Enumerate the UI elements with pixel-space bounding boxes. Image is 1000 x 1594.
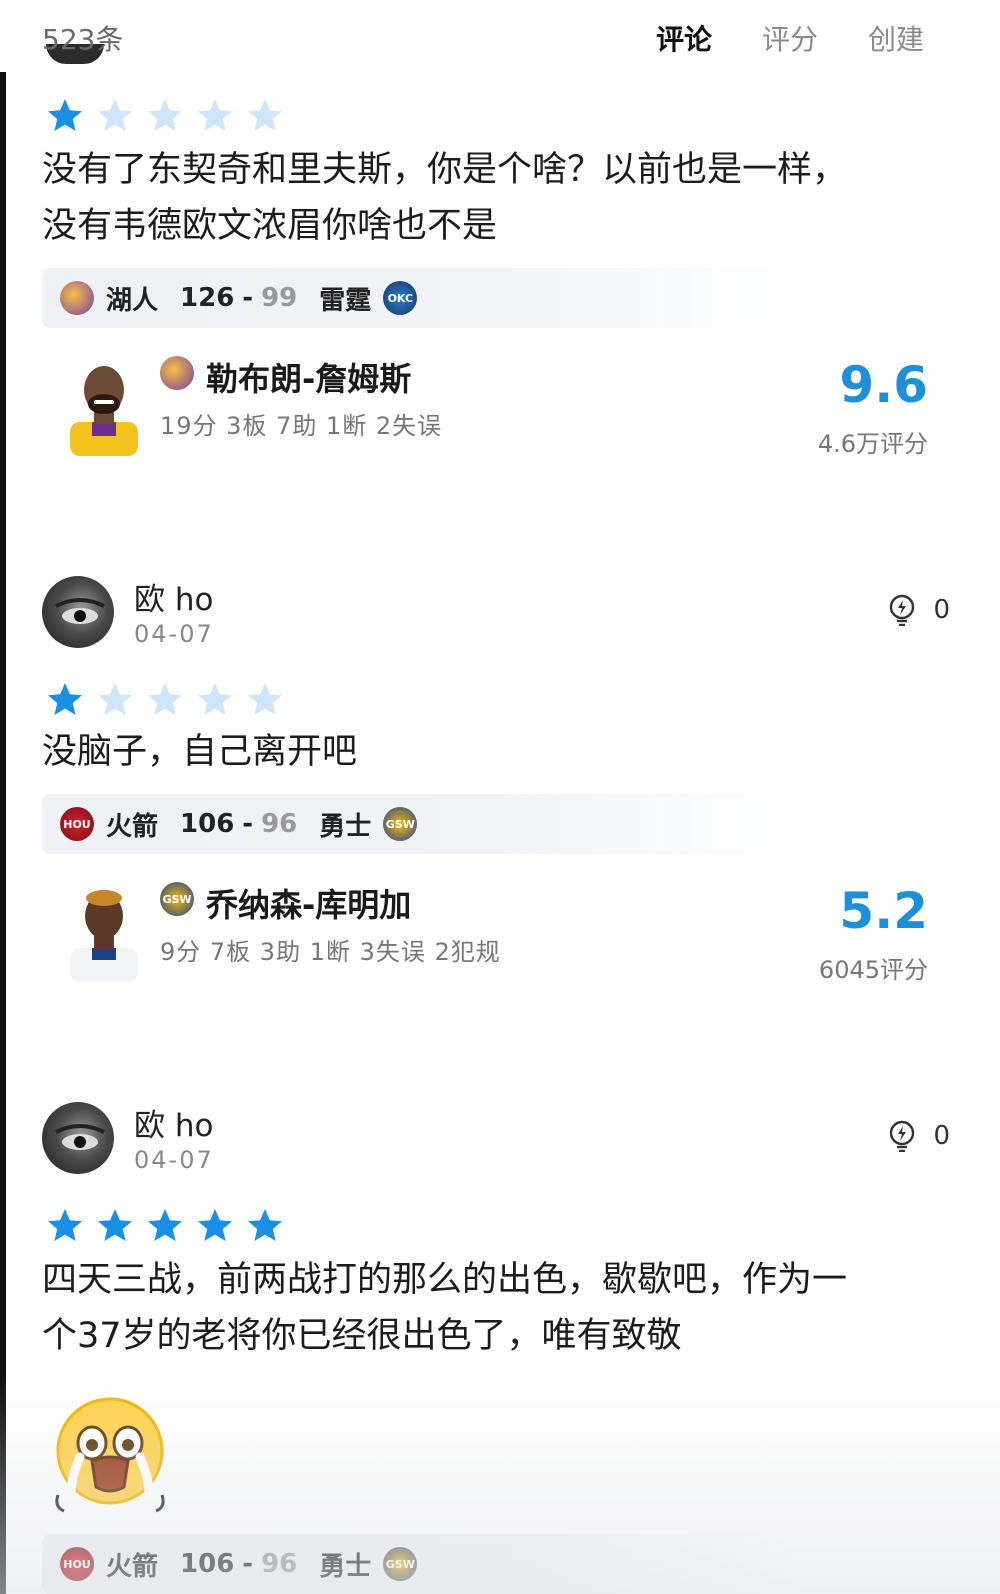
lakers-logo-icon: [160, 356, 194, 390]
home-team-name: 火箭: [106, 1551, 159, 1582]
tab-ratings[interactable]: 评分: [762, 18, 818, 58]
lightbulb-icon: [887, 1120, 917, 1152]
star-empty-icon: [196, 680, 234, 718]
like-count: 0: [933, 1121, 950, 1151]
gsw-logo-icon: GSW: [383, 1547, 418, 1581]
star-empty-icon: [96, 96, 134, 134]
star-empty-icon: [146, 680, 184, 718]
score-separator: -: [242, 809, 254, 839]
rockets-logo-icon: HOU: [60, 1547, 94, 1581]
game-score-bar[interactable]: HOU 火箭 106 - 96 勇士 GSW: [42, 794, 802, 854]
okc-logo-icon: OKC: [383, 281, 418, 315]
like-button[interactable]: 0: [887, 1120, 950, 1152]
tab-comments[interactable]: 评论: [656, 18, 712, 58]
away-score: 99: [261, 283, 298, 313]
avatar[interactable]: [42, 576, 114, 648]
home-team-name: 火箭: [106, 811, 159, 842]
away-team-name: 勇士: [319, 1551, 372, 1582]
comment-line: 个37岁的老将你已经很出色了，唯有致敬: [42, 1316, 682, 1356]
player-rating-score: 5.2: [839, 882, 928, 940]
player-photo[interactable]: [62, 886, 146, 982]
home-score: 126: [180, 283, 235, 313]
away-team-name: 雷霆: [319, 285, 372, 316]
star-filled-icon: [246, 1206, 284, 1244]
comment-text: 没有了东契奇和里夫斯，你是个啥？以前也是一样， 没有韦德欧文浓眉你啥也不是: [42, 142, 942, 254]
username[interactable]: 欧 ho: [134, 1100, 213, 1145]
star-filled-icon: [46, 1206, 84, 1244]
away-score: 96: [261, 1549, 298, 1579]
comment-text: 没脑子，自己离开吧: [42, 724, 942, 780]
player-rating-score: 9.6: [839, 356, 928, 414]
comment-line: 四天三战，前两战打的那么的出色，歇歇吧，作为一: [42, 1260, 848, 1300]
star-filled-icon: [146, 1206, 184, 1244]
gsw-logo-icon: GSW: [383, 807, 418, 841]
player-photo[interactable]: [62, 360, 146, 456]
player-stats: 19分 3板 7助 1断 2失误: [160, 412, 443, 440]
player-name[interactable]: 乔纳森-库明加: [206, 880, 411, 926]
comment-text: 四天三战，前两战打的那么的出色，歇歇吧，作为一 个37岁的老将你已经很出色了，唯…: [42, 1252, 942, 1364]
like-count: 0: [933, 595, 950, 625]
star-empty-icon: [246, 96, 284, 134]
tab-created[interactable]: 创建: [868, 18, 924, 58]
star-rating: [46, 1206, 284, 1244]
star-filled-icon: [46, 96, 84, 134]
away-team-name: 勇士: [319, 811, 372, 842]
star-rating: [46, 96, 284, 134]
comment-count: 523条: [42, 23, 124, 56]
home-score: 106: [180, 809, 235, 839]
left-edge: [0, 0, 6, 1594]
star-empty-icon: [196, 96, 234, 134]
star-rating: [46, 680, 284, 718]
lightbulb-icon: [887, 594, 917, 626]
star-filled-icon: [96, 1206, 134, 1244]
home-team-name: 湖人: [106, 285, 159, 316]
player-rating-count: 4.6万评分: [817, 430, 928, 458]
rockets-logo-icon: HOU: [60, 807, 94, 841]
score-separator: -: [242, 283, 254, 313]
player-name[interactable]: 勒布朗-詹姆斯: [206, 354, 411, 400]
comment-date: 04-07: [134, 1146, 214, 1174]
star-empty-icon: [246, 680, 284, 718]
comment-line: 没脑子，自己离开吧: [42, 732, 358, 772]
comment-line: 没有了东契奇和里夫斯，你是个啥？以前也是一样，: [42, 150, 848, 190]
header-bar: 523条 评论 评分 创建: [0, 0, 1000, 72]
game-score-bar[interactable]: 湖人 126 - 99 雷霆 OKC: [42, 268, 802, 328]
star-filled-icon: [46, 680, 84, 718]
lakers-logo-icon: [60, 281, 94, 315]
like-button[interactable]: 0: [887, 594, 950, 626]
score-separator: -: [242, 1549, 254, 1579]
star-filled-icon: [196, 1206, 234, 1244]
game-score-bar[interactable]: HOU 火箭 106 - 96 勇士 GSW: [42, 1534, 802, 1594]
away-score: 96: [261, 809, 298, 839]
crying-emoji-icon: [50, 1395, 170, 1517]
avatar[interactable]: [42, 1102, 114, 1174]
star-empty-icon: [96, 680, 134, 718]
player-stats: 9分 7板 3助 1断 3失误 2犯规: [160, 938, 501, 966]
gsw-logo-icon: GSW: [160, 882, 194, 916]
comment-date: 04-07: [134, 620, 214, 648]
player-rating-count: 6045评分: [818, 956, 928, 984]
star-empty-icon: [146, 96, 184, 134]
home-score: 106: [180, 1549, 235, 1579]
username[interactable]: 欧 ho: [134, 574, 213, 619]
tab-bar: 评论 评分 创建: [656, 18, 924, 58]
comment-line: 没有韦德欧文浓眉你啥也不是: [42, 206, 498, 246]
